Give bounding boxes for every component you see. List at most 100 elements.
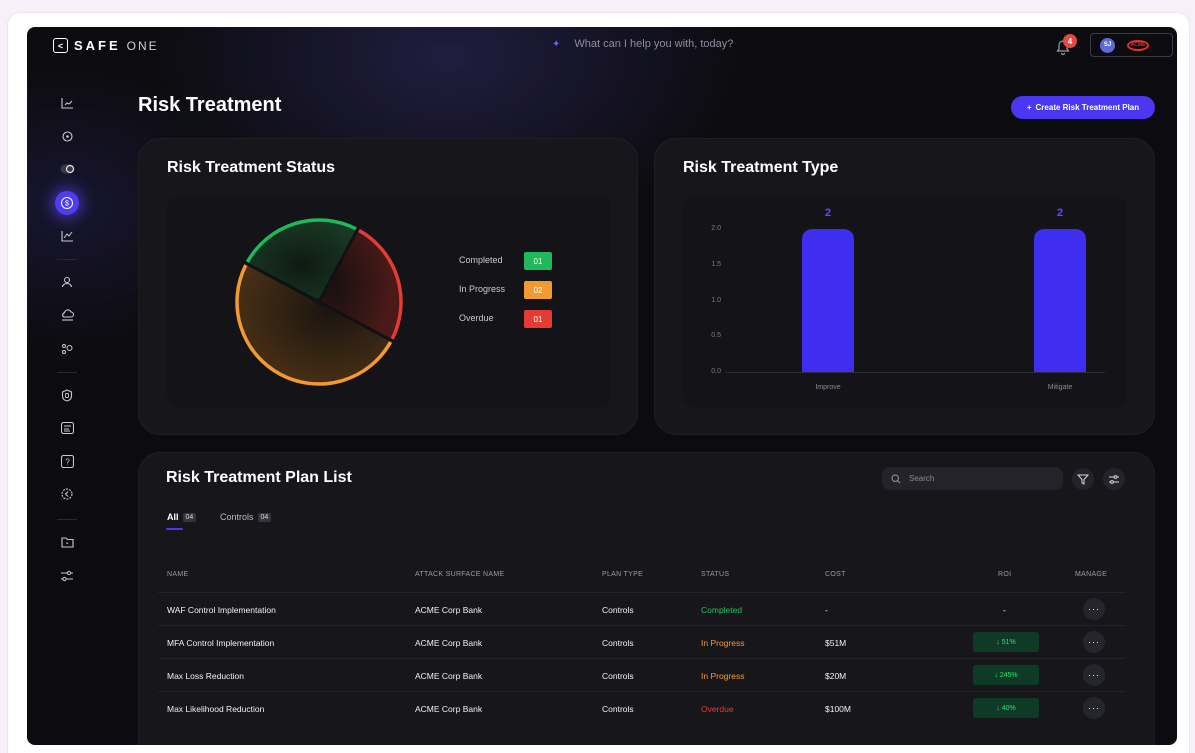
avatar: SJ <box>1100 37 1115 53</box>
chart-icon[interactable] <box>57 93 77 113</box>
user-icon[interactable] <box>57 272 77 292</box>
sliders-icon[interactable] <box>57 566 77 586</box>
bar-mitigate[interactable] <box>1034 229 1086 372</box>
page-title: Risk Treatment <box>138 94 282 116</box>
assistant-prompt[interactable]: ✦ What can I help you with, today? <box>552 38 733 50</box>
manage-more-button[interactable]: ··· <box>1083 631 1105 653</box>
logo-mark-icon: < <box>53 38 68 53</box>
settings-icon[interactable] <box>57 484 77 504</box>
row-plan-type: Controls <box>602 671 634 681</box>
row-name: MFA Control Implementation <box>167 638 275 648</box>
assistant-placeholder: What can I help you with, today? <box>574 38 734 50</box>
row-roi-badge: ↓ 51% <box>973 632 1039 652</box>
create-plan-button[interactable]: + Create Risk Treatment Plan <box>1011 96 1155 119</box>
y-tick-label: 2.0 <box>711 225 721 232</box>
brand-logo[interactable]: < SAFE ONE <box>53 38 159 53</box>
legend-label: Completed <box>459 255 503 265</box>
legend-label: Overdue <box>459 313 494 323</box>
toggle-icon[interactable] <box>57 159 77 179</box>
sidebar-divider <box>57 519 77 520</box>
org-logo: ACME <box>1127 39 1149 51</box>
row-status: Overdue <box>701 704 734 714</box>
bar-improve[interactable] <box>802 229 854 372</box>
row-status: In Progress <box>701 638 745 648</box>
row-status: Completed <box>701 605 743 615</box>
nodes-icon[interactable] <box>57 338 77 358</box>
browser-icon[interactable] <box>57 418 77 438</box>
column-header-cost[interactable]: COST <box>825 571 846 578</box>
table-row[interactable]: MFA Control Implementation ACME Corp Bank… <box>158 625 1125 658</box>
table-row[interactable]: WAF Control Implementation ACME Corp Bank… <box>158 592 1125 625</box>
column-header-status[interactable]: STATUS <box>701 571 729 578</box>
manage-more-button[interactable]: ··· <box>1083 598 1105 620</box>
legend-badge-overdue: 01 <box>524 310 552 328</box>
bar-data-label: 2 <box>1056 207 1064 219</box>
plan-list-title: Risk Treatment Plan List <box>166 469 352 486</box>
line-chart-icon[interactable] <box>57 226 77 246</box>
type-chart-panel: 2.0 1.5 1.0 0.5 0.0 2 Improve 2 Mitigate <box>683 197 1127 407</box>
tab-controls-count: 04 <box>257 512 272 522</box>
search-input[interactable] <box>909 474 1049 483</box>
column-header-manage[interactable]: MANAGE <box>1075 571 1107 578</box>
row-cost: $20M <box>825 671 847 681</box>
row-attack-surface: ACME Corp Bank <box>415 671 483 681</box>
type-bar-chart: 2.0 1.5 1.0 0.5 0.0 2 Improve 2 Mitigate <box>683 197 1127 407</box>
manage-more-button[interactable]: ··· <box>1083 664 1105 686</box>
brand-name-bold: SAFE <box>74 38 121 53</box>
shield-icon[interactable] <box>57 385 77 405</box>
column-header-plan-type[interactable]: PLAN TYPE <box>602 571 643 578</box>
row-roi: - <box>1003 605 1006 615</box>
table-row[interactable]: Max Loss Reduction ACME Corp Bank Controls… <box>158 658 1125 691</box>
tab-all-count: 04 <box>182 512 197 522</box>
search-icon <box>891 473 901 484</box>
tab-all[interactable]: All 04 <box>167 512 197 522</box>
folder-icon[interactable] <box>57 532 77 552</box>
legend-badge-in-progress: 02 <box>524 281 552 299</box>
sidebar-divider <box>57 259 77 260</box>
svg-text:$: $ <box>65 201 69 208</box>
column-header-attack-surface[interactable]: ATTACK SURFACE NAME <box>415 571 504 578</box>
notification-count-badge: 4 <box>1063 34 1077 48</box>
brand-name-light: ONE <box>126 38 159 53</box>
row-status: In Progress <box>701 671 745 681</box>
status-pie-chart <box>235 218 403 386</box>
status-chart-panel: Completed 01 In Progress 02 Overdue 01 <box>167 197 611 407</box>
row-attack-surface: ACME Corp Bank <box>415 605 483 615</box>
y-tick-label: 1.5 <box>711 260 721 268</box>
tab-controls-label: Controls <box>220 512 254 522</box>
y-tick-label: 0.0 <box>711 368 721 375</box>
filter-icon[interactable] <box>1072 468 1094 490</box>
table-row[interactable]: Max Likelihood Reduction ACME Corp Bank Co… <box>158 691 1125 724</box>
sparkle-icon: ✦ <box>552 38 561 50</box>
legend-badge-completed: 01 <box>524 252 552 270</box>
legend-label: In Progress <box>459 284 506 294</box>
row-name: WAF Control Implementation <box>167 605 276 615</box>
cloud-icon[interactable] <box>57 305 77 325</box>
row-cost: $51M <box>825 638 847 648</box>
dollar-icon[interactable]: $ <box>55 191 79 215</box>
column-header-roi[interactable]: ROI <box>998 571 1011 578</box>
status-card: Risk Treatment Status Completed 01 In Pr… <box>138 138 638 435</box>
row-attack-surface: ACME Corp Bank <box>415 638 483 648</box>
x-category-label: Improve <box>815 384 841 391</box>
svg-text:?: ? <box>65 457 70 466</box>
row-cost: $100M <box>825 704 851 714</box>
plus-icon: + <box>1026 103 1032 112</box>
column-header-name[interactable]: NAME <box>167 571 188 578</box>
profile-menu[interactable]: SJ ACME <box>1090 33 1173 57</box>
help-icon[interactable]: ? <box>57 451 77 471</box>
row-plan-type: Controls <box>602 704 634 714</box>
search-box[interactable] <box>882 467 1063 490</box>
manage-more-button[interactable]: ··· <box>1083 697 1105 719</box>
x-axis-line <box>725 372 1105 373</box>
status-card-title: Risk Treatment Status <box>167 159 336 176</box>
sidebar-divider <box>57 372 77 373</box>
row-name: Max Loss Reduction <box>167 671 245 681</box>
tab-controls[interactable]: Controls 04 <box>220 512 272 522</box>
app-window: < SAFE ONE ✦ What can I help you with, t… <box>27 27 1177 745</box>
target-icon[interactable] <box>57 126 77 146</box>
row-name: Max Likelihood Reduction <box>167 704 265 714</box>
adjust-icon[interactable] <box>1103 468 1125 490</box>
row-roi-badge: ↓ 40% <box>973 698 1039 718</box>
tab-all-label: All <box>167 512 179 522</box>
